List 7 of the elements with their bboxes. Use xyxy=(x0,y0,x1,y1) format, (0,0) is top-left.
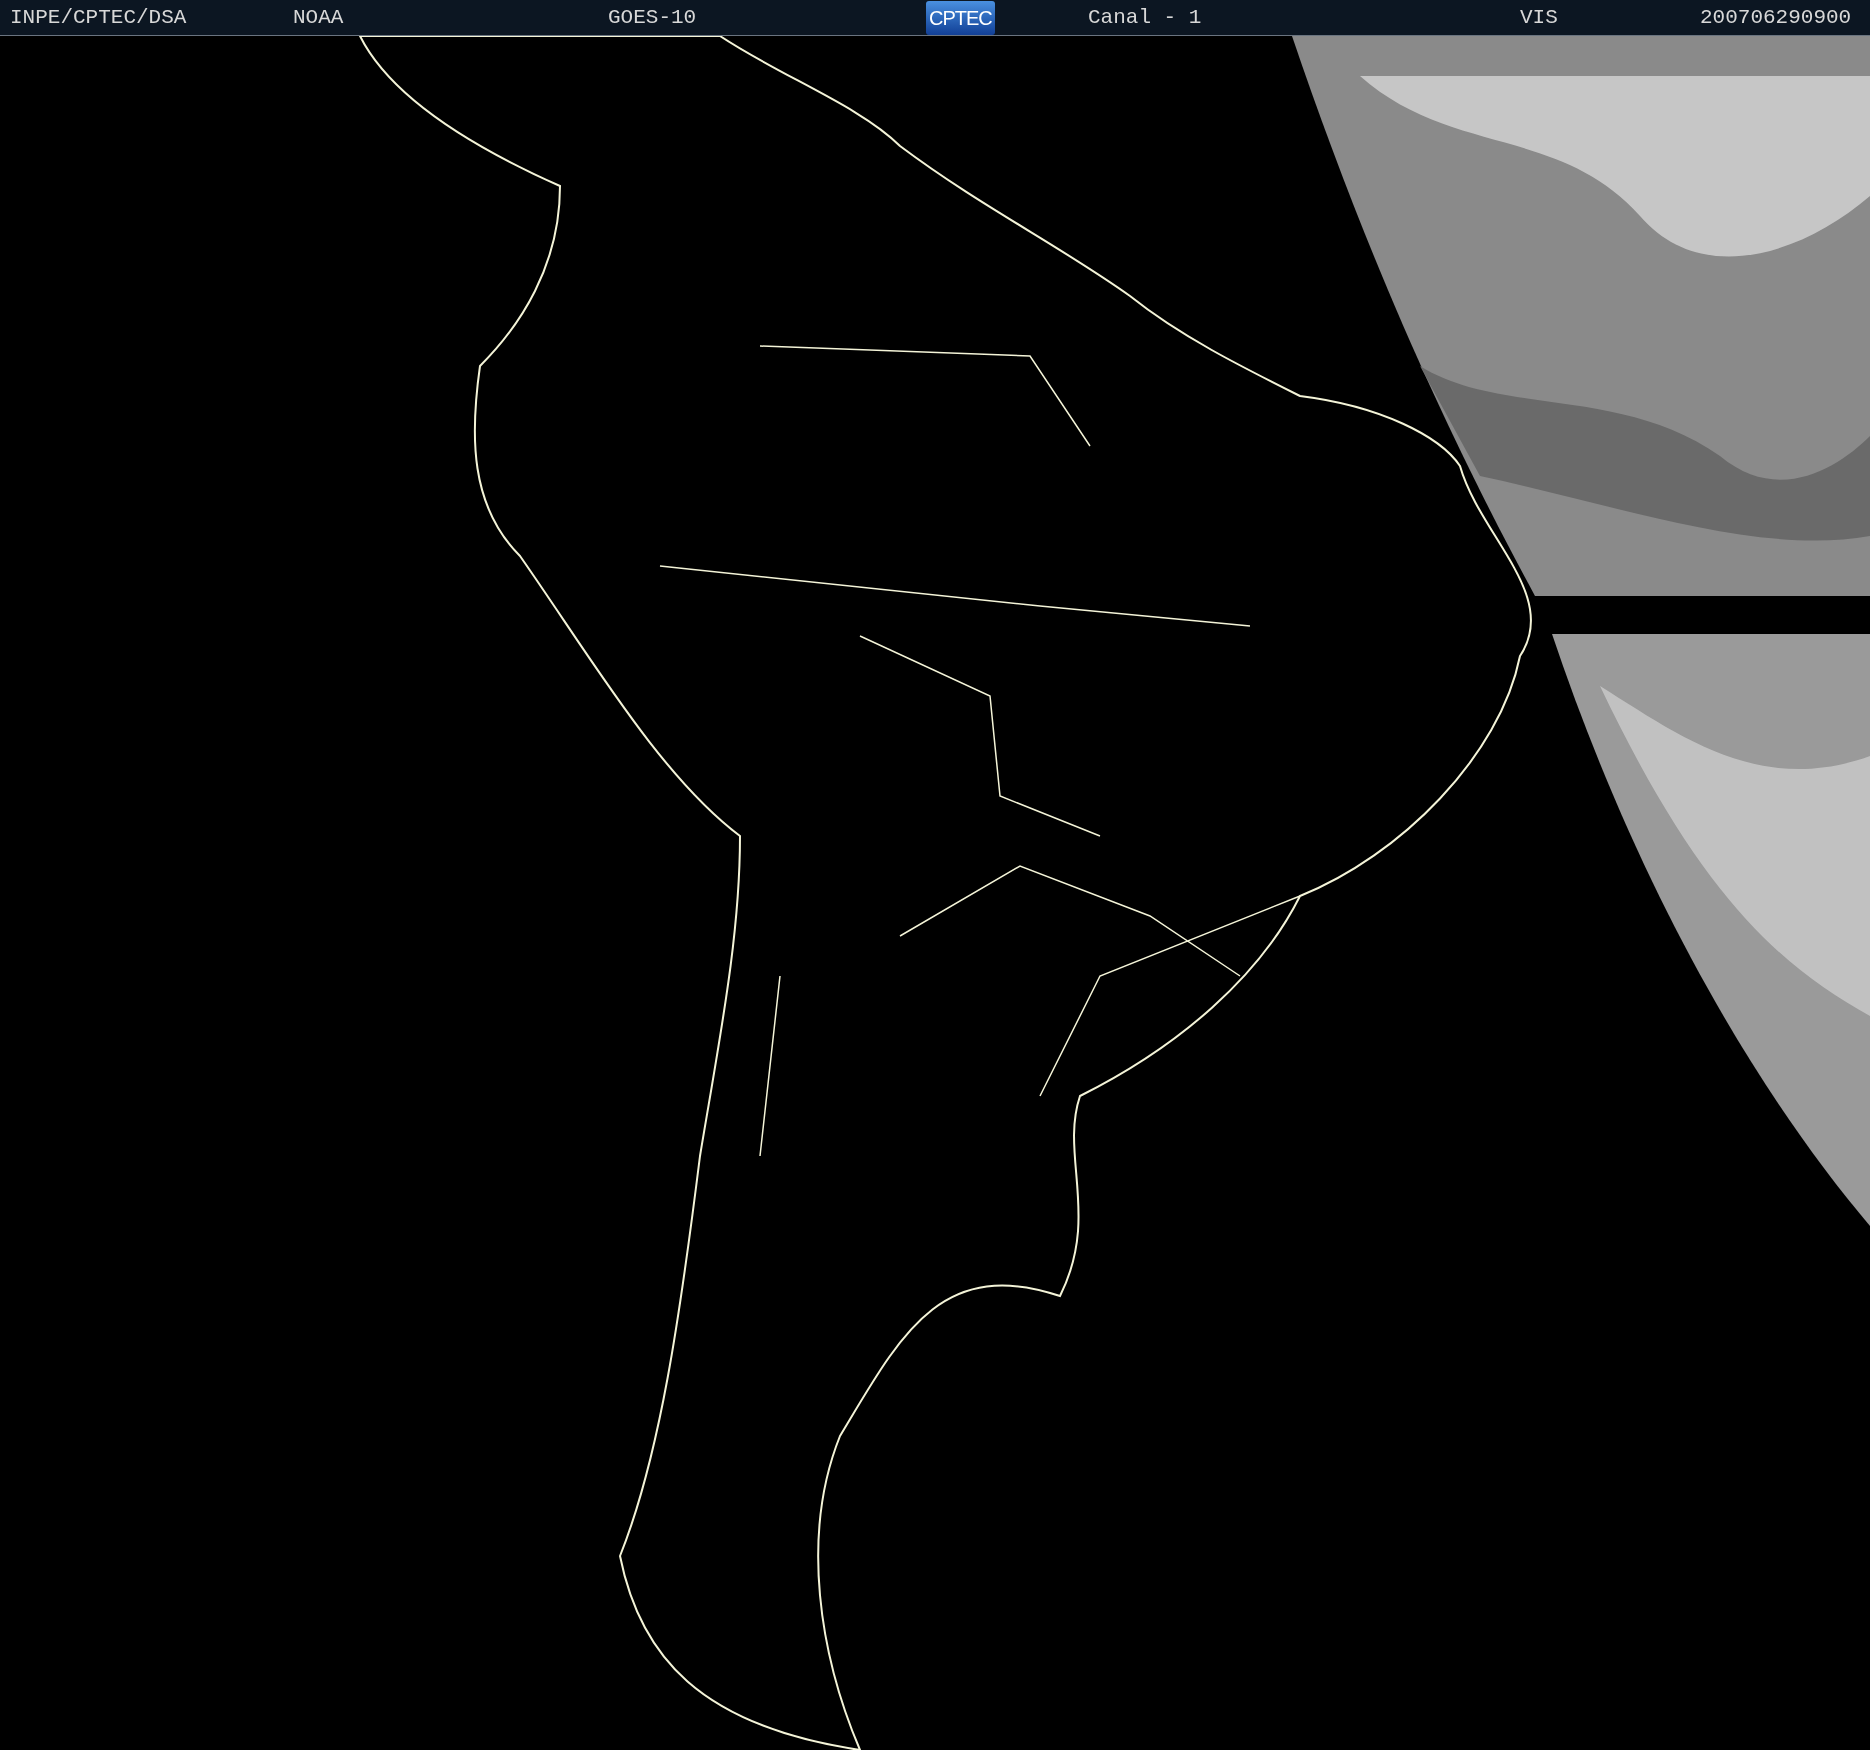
header-label: GOES-10 xyxy=(608,4,697,31)
cptec-logo: CPTEC xyxy=(926,0,995,35)
header-label: VIS xyxy=(1520,4,1558,31)
header-label: NOAA xyxy=(293,4,344,31)
header-label: Canal - 1 xyxy=(1088,4,1202,31)
header-label: INPE/CPTEC/DSA xyxy=(10,4,187,31)
header-label: 200706290900 xyxy=(1700,4,1852,31)
